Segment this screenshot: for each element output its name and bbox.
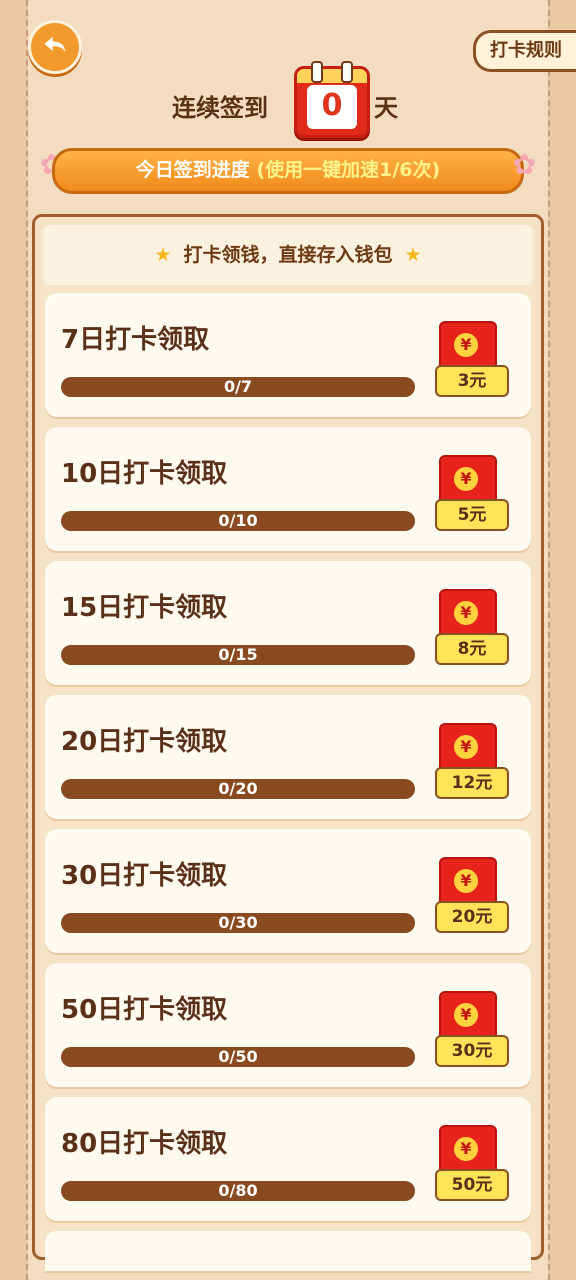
calendar-icon: 0 bbox=[294, 61, 370, 138]
star-icon: ★ bbox=[404, 244, 422, 266]
reward-panel: ★ 打卡领钱，直接存入钱包 ★ 7日打卡领取 0/7 ¥ 3元 10日打卡领取 0/… bbox=[32, 214, 544, 1271]
streak-suffix: 天 bbox=[374, 94, 398, 122]
banner-text: 今日签到进度 bbox=[135, 159, 250, 181]
star-icon: ★ bbox=[154, 244, 172, 266]
reward-amount: 5元 bbox=[435, 499, 509, 531]
reward-amount: 8元 bbox=[435, 633, 509, 665]
reward-card[interactable]: 30日打卡领取 0/30 ¥ 20元 bbox=[45, 829, 531, 953]
panel-heading: ★ 打卡领钱，直接存入钱包 ★ bbox=[43, 225, 533, 285]
reward-card[interactable]: 20日打卡领取 0/20 ¥ 12元 bbox=[45, 695, 531, 819]
flower-icon: ✿ bbox=[512, 148, 536, 181]
banner-highlight: (使用一键加速1/6次) bbox=[256, 159, 441, 181]
reward-card[interactable]: 7日打卡领取 0/7 ¥ 3元 bbox=[45, 293, 531, 417]
progress-bar: 0/20 bbox=[61, 779, 415, 799]
reward-title: 20日打卡领取 bbox=[61, 727, 228, 757]
streak-days: 0 bbox=[307, 85, 357, 129]
progress-bar: 0/15 bbox=[61, 645, 415, 665]
reward-amount: 20元 bbox=[435, 901, 509, 933]
reward-title: 80日打卡领取 bbox=[61, 1129, 228, 1159]
reward-card[interactable]: 10日打卡领取 0/10 ¥ 5元 bbox=[45, 427, 531, 551]
reward-card[interactable]: 15日打卡领取 0/15 ¥ 8元 bbox=[45, 561, 531, 685]
reward-title: 15日打卡领取 bbox=[61, 593, 228, 623]
progress-bar: 0/7 bbox=[61, 377, 415, 397]
left-wood-border bbox=[0, 0, 28, 1280]
streak-counter: 连续签到 0 天 bbox=[0, 61, 576, 138]
progress-banner: 今日签到进度 (使用一键加速1/6次) bbox=[52, 148, 524, 194]
reward-card-partial[interactable] bbox=[45, 1231, 531, 1271]
back-arrow-icon bbox=[41, 31, 69, 63]
reward-amount: 50元 bbox=[435, 1169, 509, 1201]
progress-bar: 0/30 bbox=[61, 913, 415, 933]
streak-prefix: 连续签到 bbox=[172, 94, 268, 122]
reward-title: 7日打卡领取 bbox=[61, 325, 210, 355]
reward-amount: 30元 bbox=[435, 1035, 509, 1067]
reward-title: 50日打卡领取 bbox=[61, 995, 228, 1025]
reward-title: 10日打卡领取 bbox=[61, 459, 228, 489]
right-wood-border bbox=[548, 0, 576, 1280]
progress-bar: 0/50 bbox=[61, 1047, 415, 1067]
reward-card[interactable]: 50日打卡领取 0/50 ¥ 30元 bbox=[45, 963, 531, 1087]
progress-bar: 0/10 bbox=[61, 511, 415, 531]
reward-card[interactable]: 80日打卡领取 0/80 ¥ 50元 bbox=[45, 1097, 531, 1221]
progress-bar: 0/80 bbox=[61, 1181, 415, 1201]
reward-amount: 12元 bbox=[435, 767, 509, 799]
reward-amount: 3元 bbox=[435, 365, 509, 397]
panel-heading-text: 打卡领钱，直接存入钱包 bbox=[183, 244, 393, 266]
reward-title: 30日打卡领取 bbox=[61, 861, 228, 891]
